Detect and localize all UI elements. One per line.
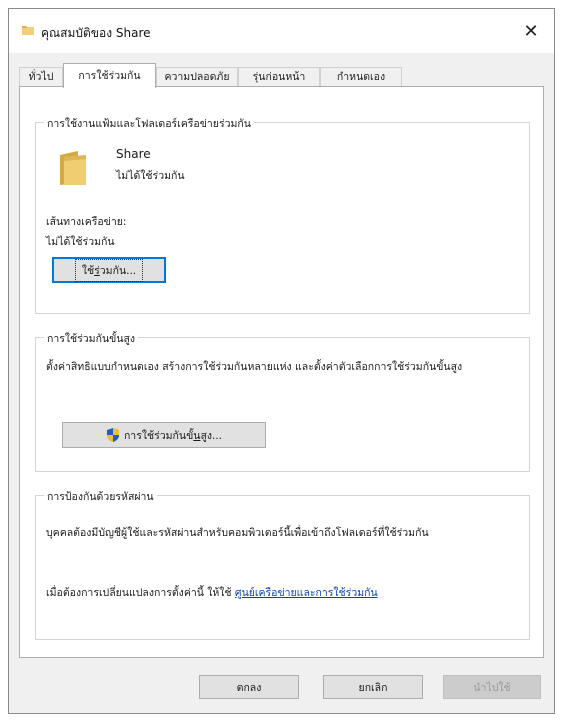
- close-icon: ✕: [523, 20, 539, 42]
- apply-button[interactable]: นำไปใช้: [443, 675, 541, 699]
- network-sharing-center-link[interactable]: ศูนย์เครือข่ายและการใช้ร่วมกัน: [235, 587, 378, 599]
- advanced-sharing-button[interactable]: การใช้ร่วมกันขั้นสูง...: [62, 422, 266, 448]
- password-protection-description: บุคคลต้องมีบัญชีผู้ใช้และรหัสผ่านสำหรับค…: [46, 527, 429, 539]
- shield-icon: [106, 427, 120, 443]
- advanced-sharing-label: การใช้ร่วมกันขั้นสูง: [44, 330, 139, 347]
- tab-previous-versions[interactable]: รุ่นก่อนหน้า: [238, 67, 320, 87]
- share-button[interactable]: ใช้ร่วมกัน...: [52, 257, 166, 283]
- tab-bar: ทั่วไป การใช้ร่วมกัน ความปลอดภัย รุ่นก่อ…: [19, 63, 544, 88]
- advanced-sharing-group: การใช้ร่วมกันขั้นสูง ตั้งค่าสิทธิแบบกำหน…: [35, 330, 530, 472]
- properties-dialog: คุณสมบัติของ Share ✕ ทั่วไป การใช้ร่วมกั…: [8, 8, 555, 714]
- folder-icon: [21, 23, 35, 40]
- folder-share-status: ไม่ได้ใช้ร่วมกัน: [116, 170, 185, 182]
- window-title: คุณสมบัติของ Share: [41, 26, 151, 40]
- advanced-sharing-description: ตั้งค่าสิทธิแบบกำหนดเอง สร้างการใช้ร่วมก…: [46, 361, 463, 373]
- password-protection-label: การป้องกันด้วยรหัสผ่าน: [44, 488, 157, 505]
- network-path-value: ไม่ได้ใช้ร่วมกัน: [46, 236, 115, 248]
- close-button[interactable]: ✕: [508, 9, 554, 53]
- shared-folder-icon: [58, 149, 88, 190]
- tab-security[interactable]: ความปลอดภัย: [156, 67, 238, 87]
- ok-button[interactable]: ตกลง: [199, 675, 299, 699]
- cancel-button[interactable]: ยกเลิก: [323, 675, 423, 699]
- network-sharing-label: การใช้งานแฟ้มและโฟลเดอร์เครือข่ายร่วมกัน: [44, 115, 254, 132]
- sharing-panel: การใช้งานแฟ้มและโฟลเดอร์เครือข่ายร่วมกัน…: [19, 86, 544, 658]
- folder-name: Share: [116, 147, 151, 161]
- tab-general[interactable]: ทั่วไป: [19, 67, 63, 87]
- tab-customize[interactable]: กำหนดเอง: [320, 67, 402, 87]
- network-sharing-group: การใช้งานแฟ้มและโฟลเดอร์เครือข่ายร่วมกัน…: [35, 115, 530, 314]
- password-protection-group: การป้องกันด้วยรหัสผ่าน บุคคลต้องมีบัญชีผ…: [35, 488, 530, 640]
- tab-sharing[interactable]: การใช้ร่วมกัน: [63, 63, 156, 88]
- change-setting-text: เมื่อต้องการเปลี่ยนแปลงการตั้งค่านี้ ให้…: [46, 587, 378, 599]
- network-path-label: เส้นทางเครือข่าย:: [46, 216, 127, 228]
- title-bar: คุณสมบัติของ Share ✕: [9, 9, 554, 53]
